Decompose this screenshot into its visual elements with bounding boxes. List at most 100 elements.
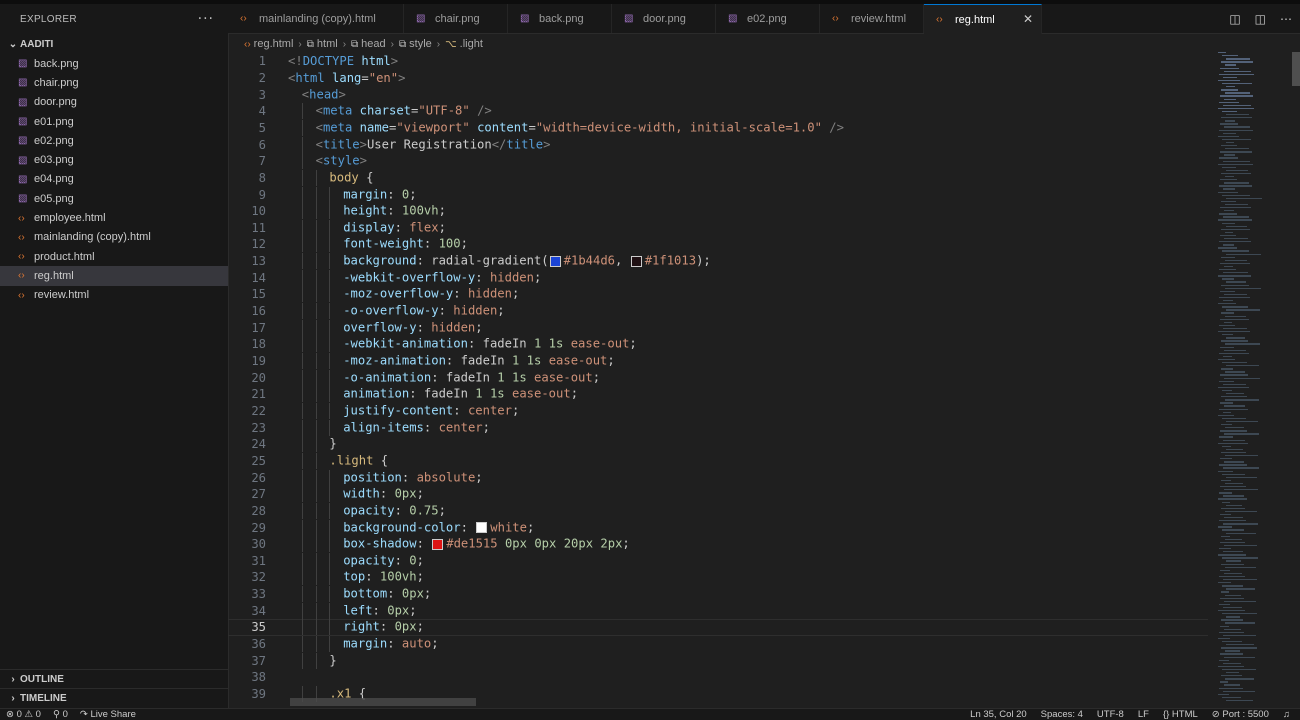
file-item[interactable]: ▧ back.png [0,54,228,73]
element-icon: ⧉ [306,39,314,50]
code-line[interactable]: 27 width: 0px; [228,486,1208,503]
code-line[interactable]: 8 body { [228,169,1208,187]
code-line[interactable]: 32 top: 100vh; [228,569,1208,586]
notifications-icon[interactable]: ♫ [1283,709,1290,720]
file-item[interactable]: ‹› mainlanding (copy).html [0,228,228,247]
code-line[interactable]: 15 -moz-overflow-y: hidden; [228,286,1208,303]
code-token: overflow-y [343,320,417,335]
code-token: : [438,303,454,318]
encoding-status[interactable]: UTF-8 [1097,709,1124,720]
folder-root[interactable]: ⌄ AADITI [0,34,228,54]
code-line[interactable]: 25 .light { [228,452,1208,470]
more-actions-icon[interactable]: ··· [198,11,214,27]
file-item[interactable]: ‹› reg.html [0,266,228,286]
line-number: 3 [258,87,266,102]
code-line[interactable]: 20 -o-animation: fadeIn 1 1s ease-out; [228,369,1208,386]
file-item[interactable]: ▧ e04.png [0,170,228,189]
code-line[interactable]: 19 -moz-animation: fadeIn 1 1s ease-out; [228,353,1208,370]
code-line[interactable]: 2 <html lang="en"> [228,70,1208,87]
tab-mainlanding-copy-html[interactable]: ‹› mainlanding (copy).html [228,4,404,33]
code-line[interactable]: 13 background: radial-gradient(#1b44d6, #… [228,253,1208,270]
tab-reg-html[interactable]: ‹› reg.html ✕ [924,4,1042,34]
code-line[interactable]: 17 overflow-y: hidden; [228,319,1208,336]
tab-door-png[interactable]: ▧ door.png [612,4,716,33]
breadcrumb-item[interactable]: ⧉ html [307,38,338,50]
color-swatch[interactable] [476,522,488,534]
minimap[interactable] [1212,52,1282,708]
tab-e02-png[interactable]: ▧ e02.png [716,4,820,33]
timeline-section[interactable]: › TIMELINE [0,688,228,707]
code-line[interactable]: 33 bottom: 0px; [228,586,1208,603]
code-line[interactable]: 14 -webkit-overflow-y: hidden; [228,269,1208,286]
code-line[interactable]: 22 justify-content: center; [228,402,1208,420]
code-editor[interactable]: 1 <!DOCTYPE html> 2 <html lang="en"> 3 <head>… [228,52,1288,708]
code-line[interactable]: 34 left: 0px; [228,602,1208,619]
tab-back-png[interactable]: ▧ back.png [508,4,612,33]
vertical-scrollbar[interactable] [1292,52,1300,708]
breadcrumb-item[interactable]: ⧉ style [399,38,432,50]
code-line[interactable]: 9 margin: 0; [228,186,1208,203]
breadcrumb-item[interactable]: ⌥ .light [445,38,483,50]
code-line[interactable]: 12 font-weight: 100; [228,236,1208,253]
code-line[interactable]: 11 display: flex; [228,219,1208,237]
live-share-button[interactable]: ↷ Live Share [80,709,136,720]
eol-status[interactable]: LF [1138,709,1149,720]
code-line[interactable]: 36 margin: auto; [228,636,1208,653]
code-line[interactable]: 10 height: 100vh; [228,203,1208,220]
code-line[interactable]: 23 align-items: center; [228,419,1208,436]
file-item[interactable]: ▧ e03.png [0,150,228,169]
code-line[interactable]: 3 <head> [228,86,1208,103]
problems-status[interactable]: ⊗ 0 ⚠ 0 [6,709,41,720]
color-swatch[interactable] [432,538,444,550]
breadcrumb-item[interactable]: ⧉ head [351,38,386,50]
minimap-line [1218,693,1229,696]
horizontal-scrollbar[interactable] [290,698,476,706]
code-line[interactable]: 37} [228,652,1208,669]
code-line[interactable]: 26 position: absolute; [228,469,1208,486]
breadcrumb-label: reg.html [253,38,294,50]
file-item[interactable]: ▧ chair.png [0,73,228,92]
scrollbar-thumb[interactable] [1292,52,1300,86]
minimap-line [1226,420,1258,423]
file-item[interactable]: ▧ e02.png [0,131,228,150]
code-line[interactable]: 31 opacity: 0; [228,552,1208,570]
live-server-port[interactable]: ⊘ Port : 5500 [1212,709,1269,720]
close-icon[interactable]: ✕ [1023,12,1033,26]
ports-status[interactable]: ⚲ 0 [53,709,68,720]
indentation-status[interactable]: Spaces: 4 [1041,709,1083,720]
minimap-line [1219,492,1232,494]
file-item[interactable]: ‹› product.html [0,247,228,266]
more-actions-icon[interactable]: ⋯ [1280,12,1292,26]
file-item[interactable]: ▧ e05.png [0,189,228,208]
code-line[interactable]: 28 opacity: 0.75; [228,502,1208,520]
breadcrumb-item[interactable]: ‹› reg.html [244,38,293,50]
line-number: 37 [251,653,266,668]
color-swatch[interactable] [549,255,561,267]
layout-icon[interactable]: ◫ [1255,12,1266,26]
code-line[interactable]: 1 <!DOCTYPE html> [228,53,1208,70]
file-item[interactable]: ▧ e01.png [0,112,228,131]
split-editor-icon[interactable]: ◫ [1229,12,1240,26]
tab-chair-png[interactable]: ▧ chair.png [404,4,508,33]
tab-review-html[interactable]: ‹› review.html [820,4,924,33]
code-line[interactable]: 24} [228,436,1208,453]
code-line[interactable]: 38 [228,669,1208,686]
color-swatch[interactable] [630,255,642,267]
code-line[interactable]: 5 <meta name="viewport" content="width=de… [228,119,1208,137]
file-item[interactable]: ‹› review.html [0,286,228,305]
code-line[interactable]: 7 <style> [228,153,1208,170]
code-line[interactable]: 4 <meta charset="UTF-8" /> [228,103,1208,120]
file-item[interactable]: ▧ door.png [0,93,228,112]
file-item[interactable]: ‹› employee.html [0,208,228,227]
cursor-position[interactable]: Ln 35, Col 20 [970,709,1027,720]
code-line[interactable]: 21 animation: fadeIn 1 1s ease-out; [228,386,1208,403]
code-line[interactable]: 6 <title>User Registration</title> [228,136,1208,153]
outline-section[interactable]: › OUTLINE [0,669,228,688]
language-mode[interactable]: {} HTML [1163,709,1198,720]
code-line[interactable]: 35 right: 0px; [228,619,1208,636]
code-line[interactable]: 16 -o-overflow-y: hidden; [228,303,1208,320]
code-line[interactable]: 18 -webkit-animation: fadeIn 1 1s ease-ou… [228,336,1208,353]
html-file-icon: ‹› [244,39,251,50]
code-line[interactable]: 30 box-shadow: #de1515 0px 0px 20px 2px; [228,536,1208,553]
code-line[interactable]: 29 background-color: white; [228,519,1208,536]
